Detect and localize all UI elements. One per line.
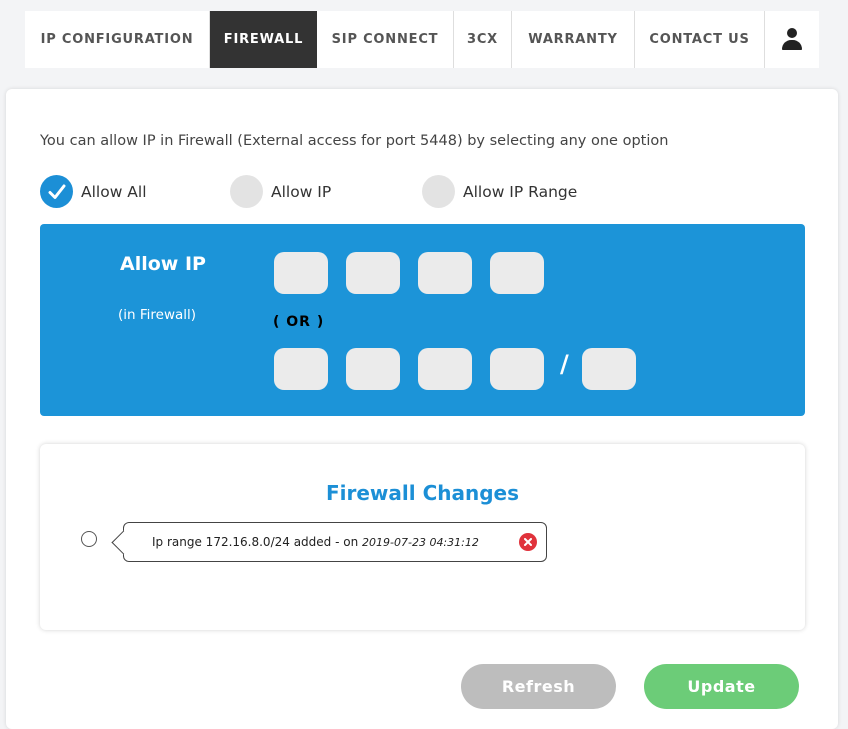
option-allow-all[interactable]: Allow All	[40, 175, 147, 208]
allow-ip-panel: Allow IP (in Firewall) ( OR ) /	[40, 224, 805, 416]
option-allow-ip-range[interactable]: Allow IP Range	[422, 175, 577, 208]
range-octet-3[interactable]	[418, 348, 472, 390]
option-label: Allow All	[81, 182, 147, 201]
intro-text: You can allow IP in Firewall (External a…	[40, 133, 669, 149]
user-menu-button[interactable]	[765, 11, 819, 68]
option-allow-ip[interactable]: Allow IP	[230, 175, 331, 208]
changes-title: Firewall Changes	[325, 481, 520, 505]
radio-icon	[422, 175, 455, 208]
tab-sip-connect[interactable]: SIP CONNECT	[317, 11, 454, 68]
update-button[interactable]: Update	[644, 664, 799, 709]
panel-subtitle: (in Firewall)	[118, 307, 197, 323]
change-message: Ip range 172.16.8.0/24 added - on	[152, 535, 359, 549]
ip-octet-3[interactable]	[418, 252, 472, 294]
option-label: Allow IP	[271, 182, 332, 201]
tab-3cx[interactable]: 3CX	[454, 11, 512, 68]
range-prefix[interactable]	[582, 348, 636, 390]
firewall-changes-panel: Firewall Changes Ip range 172.16.8.0/24 …	[40, 444, 805, 630]
option-label: Allow IP Range	[463, 182, 578, 201]
range-octet-1[interactable]	[274, 348, 328, 390]
ip-octet-1[interactable]	[274, 252, 328, 294]
change-timestamp: 2019-07-23 04:31:12	[362, 536, 479, 549]
radio-icon	[230, 175, 263, 208]
tab-ip-configuration[interactable]: IP CONFIGURATION	[25, 11, 210, 68]
tab-contact-us[interactable]: CONTACT US	[635, 11, 765, 68]
or-separator: ( OR )	[273, 314, 325, 330]
range-octet-2[interactable]	[346, 348, 400, 390]
checkmark-icon	[40, 175, 73, 208]
ip-octet-4[interactable]	[490, 252, 544, 294]
change-entry: Ip range 172.16.8.0/24 added - on 2019-0…	[111, 522, 547, 562]
ip-octet-2[interactable]	[346, 252, 400, 294]
refresh-button[interactable]: Refresh	[461, 664, 616, 709]
tab-firewall[interactable]: FIREWALL	[210, 11, 317, 68]
user-icon	[782, 27, 802, 52]
top-navigation: IP CONFIGURATION FIREWALL SIP CONNECT 3C…	[25, 11, 819, 68]
tab-warranty[interactable]: WARRANTY	[512, 11, 635, 68]
range-octet-4[interactable]	[490, 348, 544, 390]
panel-title: Allow IP	[120, 253, 206, 275]
cidr-slash: /	[560, 350, 569, 378]
firewall-card: You can allow IP in Firewall (External a…	[6, 89, 838, 729]
delete-icon[interactable]	[519, 533, 537, 551]
change-select-radio[interactable]	[81, 531, 97, 547]
change-entry-text: Ip range 172.16.8.0/24 added - on 2019-0…	[152, 535, 479, 549]
